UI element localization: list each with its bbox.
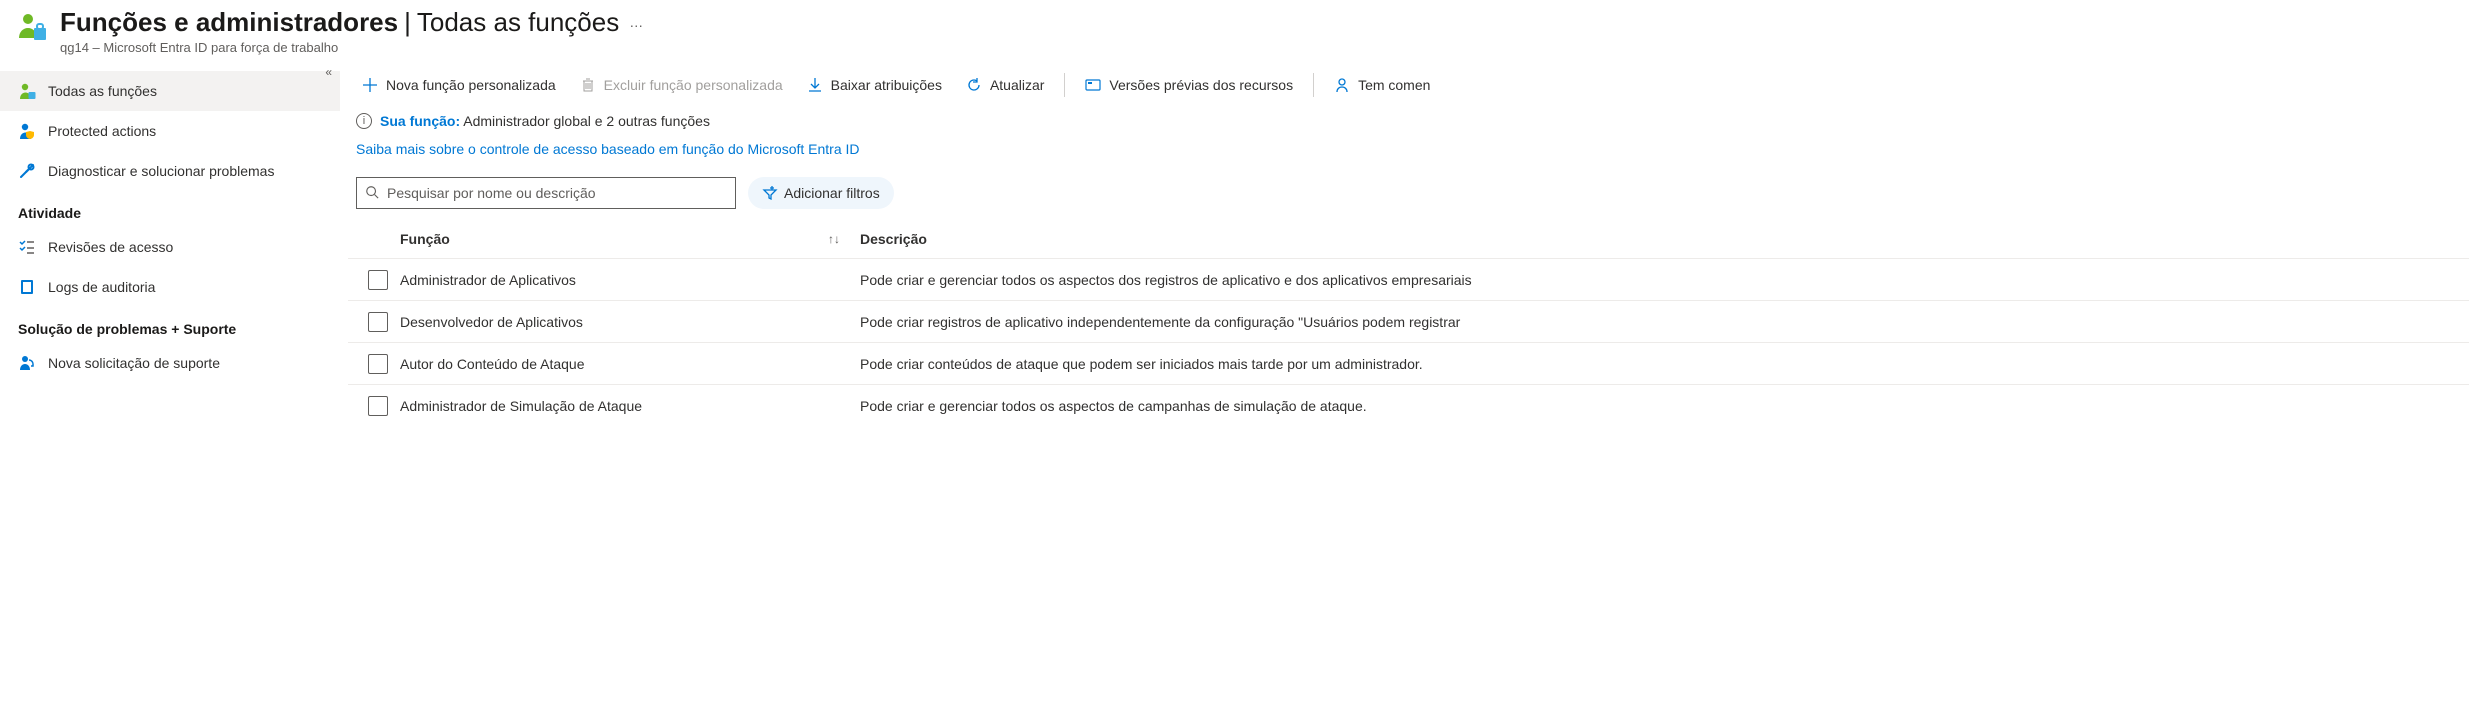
refresh-icon (966, 77, 982, 93)
cmd-divider (1064, 73, 1065, 97)
sidebar-item-label: Todas as funções (48, 83, 157, 99)
role-name: Autor do Conteúdo de Ataque (400, 356, 584, 372)
more-actions-icon[interactable]: … (629, 14, 643, 30)
column-header-description[interactable]: Descrição (860, 231, 2469, 247)
roles-page-icon (16, 10, 48, 45)
sidebar-item-audit-logs[interactable]: Logs de auditoria (0, 267, 340, 307)
row-checkbox[interactable] (368, 270, 388, 290)
sidebar-item-label: Protected actions (48, 123, 156, 139)
trash-icon (580, 77, 596, 93)
sidebar-item-label: Logs de auditoria (48, 279, 155, 295)
table-row[interactable]: Desenvolvedor de Aplicativos Pode criar … (348, 301, 2469, 343)
headset-icon (18, 354, 36, 372)
page-subtitle: qg14 – Microsoft Entra ID para força de … (60, 40, 643, 55)
filter-button-label: Adicionar filtros (784, 185, 880, 201)
feedback-button[interactable]: Tem comen (1324, 65, 1440, 105)
cmd-label: Baixar atribuições (831, 77, 942, 93)
sidebar-collapse-icon[interactable]: « (325, 65, 332, 79)
user-shield-icon (18, 122, 36, 140)
refresh-button[interactable]: Atualizar (956, 65, 1054, 105)
sidebar: « Todas as funções (0, 65, 340, 427)
delete-custom-role-button: Excluir função personalizada (570, 65, 793, 105)
sidebar-section-support: Solução de problemas + Suporte (0, 307, 340, 343)
cmd-label: Nova função personalizada (386, 77, 556, 93)
plus-icon (362, 77, 378, 93)
preview-features-button[interactable]: Versões prévias dos recursos (1075, 65, 1303, 105)
search-icon (365, 185, 379, 202)
book-icon (18, 278, 36, 296)
wrench-icon (18, 162, 36, 180)
page-title-separator: | (404, 6, 411, 38)
table-row[interactable]: Autor do Conteúdo de Ataque Pode criar c… (348, 343, 2469, 385)
row-checkbox[interactable] (368, 312, 388, 332)
sidebar-item-label: Revisões de acesso (48, 239, 173, 255)
cmd-label: Versões prévias dos recursos (1109, 77, 1293, 93)
role-name: Administrador de Simulação de Ataque (400, 398, 642, 414)
sidebar-item-all-roles[interactable]: Todas as funções (0, 71, 340, 111)
preview-icon (1085, 77, 1101, 93)
feedback-icon (1334, 77, 1350, 93)
sidebar-item-access-reviews[interactable]: Revisões de acesso (0, 227, 340, 267)
new-custom-role-button[interactable]: Nova função personalizada (352, 65, 566, 105)
role-description: Pode criar conteúdos de ataque que podem… (860, 356, 2469, 372)
checklist-icon (18, 238, 36, 256)
cmd-label: Atualizar (990, 77, 1044, 93)
page-title-sub: Todas as funções (417, 6, 619, 38)
row-checkbox[interactable] (368, 396, 388, 416)
role-description: Pode criar registros de aplicativo indep… (860, 314, 2469, 330)
search-box[interactable] (356, 177, 736, 209)
cmd-label: Excluir função personalizada (604, 77, 783, 93)
sidebar-item-diagnose[interactable]: Diagnosticar e solucionar problemas (0, 151, 340, 191)
table-header: Função ↑↓ Descrição (348, 219, 2469, 259)
page-title: Funções e administradores (60, 6, 398, 38)
filter-icon (762, 184, 778, 203)
sidebar-item-new-support-request[interactable]: Nova solicitação de suporte (0, 343, 340, 383)
sidebar-item-label: Nova solicitação de suporte (48, 355, 220, 371)
sidebar-section-activity: Atividade (0, 191, 340, 227)
download-assignments-button[interactable]: Baixar atribuições (797, 65, 952, 105)
info-icon: i (356, 113, 372, 129)
user-admin-icon (18, 82, 36, 100)
rbac-learn-more-link[interactable]: Saiba mais sobre o controle de acesso ba… (356, 141, 860, 157)
row-checkbox[interactable] (368, 354, 388, 374)
download-icon (807, 77, 823, 93)
role-name: Administrador de Aplicativos (400, 272, 576, 288)
search-input[interactable] (385, 179, 727, 207)
command-bar: Nova função personalizada Excluir função… (348, 65, 2469, 105)
table-row[interactable]: Administrador de Simulação de Ataque Pod… (348, 385, 2469, 427)
roles-table: Função ↑↓ Descrição Administrador de Apl… (348, 219, 2469, 427)
cmd-label: Tem comen (1358, 77, 1430, 93)
sidebar-item-label: Diagnosticar e solucionar problemas (48, 163, 274, 179)
column-header-role[interactable]: Função ↑↓ (400, 231, 860, 247)
role-name: Desenvolvedor de Aplicativos (400, 314, 583, 330)
role-description: Pode criar e gerenciar todos os aspectos… (860, 398, 2469, 414)
your-role-value: Administrador global e 2 outras funções (463, 113, 710, 129)
add-filters-button[interactable]: Adicionar filtros (748, 177, 894, 209)
table-row[interactable]: Administrador de Aplicativos Pode criar … (348, 259, 2469, 301)
cmd-divider (1313, 73, 1314, 97)
role-description: Pode criar e gerenciar todos os aspectos… (860, 272, 2469, 288)
sort-icon: ↑↓ (828, 232, 840, 246)
your-role-label: Sua função: (380, 113, 460, 129)
sidebar-item-protected-actions[interactable]: Protected actions (0, 111, 340, 151)
